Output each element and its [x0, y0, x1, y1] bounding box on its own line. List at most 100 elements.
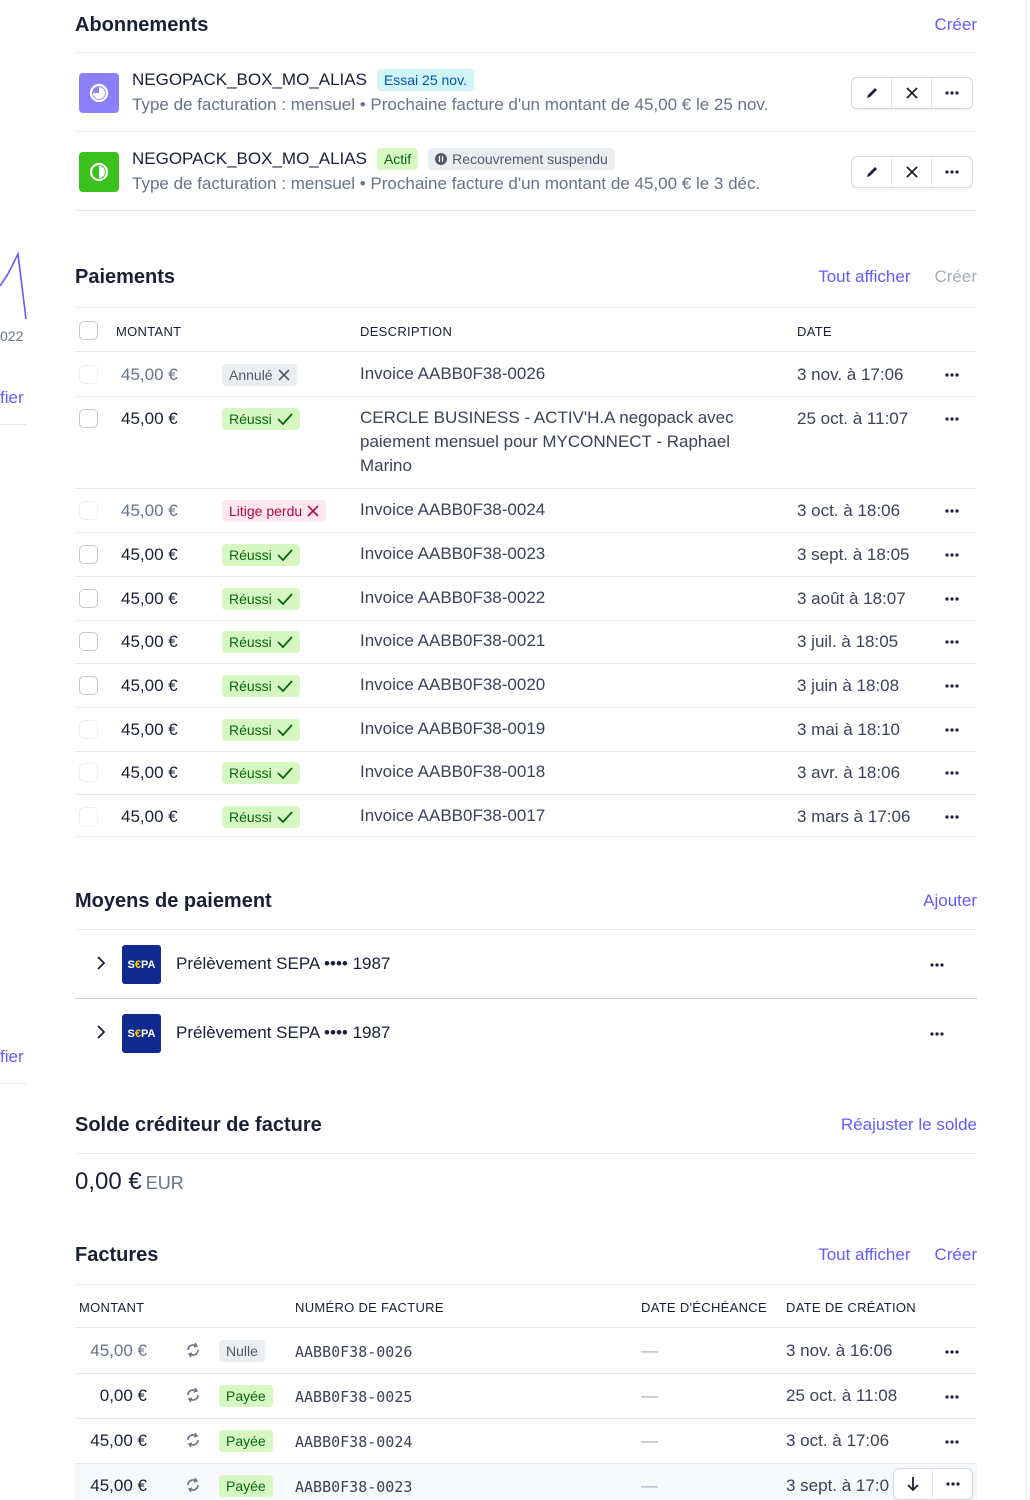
sepa-logo: S € PA: [122, 945, 161, 984]
adjust-balance-button[interactable]: Réajuster le solde: [841, 1115, 977, 1135]
row-checkbox[interactable]: [79, 409, 98, 428]
active-subscription-icon: [79, 152, 119, 192]
download-icon[interactable]: [894, 1469, 934, 1499]
payment-method-item[interactable]: S € PA Prélèvement SEPA •••• 1987: [75, 999, 977, 1068]
payment-row[interactable]: 45,00 € Annulé Invoice AABB0F38-0026 3 nov.…: [75, 353, 977, 397]
more-icon[interactable]: [943, 721, 961, 739]
check-icon: [277, 593, 293, 605]
edit-link-fragment[interactable]: fier: [0, 388, 24, 408]
status-label: Réussi: [229, 591, 272, 607]
chevron-right-icon[interactable]: [95, 1025, 107, 1039]
more-icon[interactable]: [943, 808, 961, 826]
create-subscription-button[interactable]: Créer: [934, 15, 977, 35]
more-icon[interactable]: [943, 546, 961, 564]
payment-row[interactable]: 45,00 € Réussi Invoice AABB0F38-0018 3 avr.…: [75, 751, 977, 795]
row-checkbox[interactable]: [79, 807, 98, 826]
invoices-header: Factures Tout afficher Créer: [75, 1235, 977, 1275]
payment-row[interactable]: 45,00 € Réussi Invoice AABB0F38-0019 3 mai …: [75, 708, 977, 752]
payment-row[interactable]: 45,00 € Réussi CERCLE BUSINESS - ACTIV'H.A…: [75, 397, 977, 489]
recurring-icon: [185, 1387, 201, 1408]
credit-balance-amount: 0,00 €: [75, 1168, 142, 1195]
more-icon[interactable]: [932, 157, 972, 187]
chevron-right-icon[interactable]: [95, 956, 107, 970]
credit-balance-currency: EUR: [145, 1173, 184, 1193]
create-invoice-button[interactable]: Créer: [934, 1245, 977, 1265]
invoice-due-date: —: [641, 1431, 658, 1450]
succeeded-badge: Réussi: [222, 408, 300, 430]
row-checkbox[interactable]: [79, 632, 98, 651]
payment-method-label: Prélèvement SEPA •••• 1987: [176, 1023, 391, 1042]
more-icon[interactable]: [943, 764, 961, 782]
more-icon[interactable]: [943, 590, 961, 608]
invoice-row[interactable]: 45,00 € Payée AABB0F38-0024 — 3 oct. à 17:06: [75, 1419, 977, 1464]
payment-row[interactable]: 45,00 € Réussi Invoice AABB0F38-0021 3 juil…: [75, 620, 977, 664]
invoice-number[interactable]: AABB0F38-0024: [295, 1433, 412, 1451]
invoice-number[interactable]: AABB0F38-0026: [295, 1343, 412, 1361]
status-label: Réussi: [229, 411, 272, 427]
more-icon[interactable]: [943, 502, 961, 520]
check-icon: [277, 724, 293, 736]
subscription-billing-info: Type de facturation : mensuel • Prochain…: [132, 95, 769, 114]
row-checkbox[interactable]: [79, 589, 98, 608]
edit-icon[interactable]: [852, 78, 892, 108]
payment-row[interactable]: 45,00 € Réussi Invoice AABB0F38-0017 3 mars…: [75, 795, 977, 837]
payment-row[interactable]: 45,00 € Réussi Invoice AABB0F38-0023 3 sept…: [75, 533, 977, 577]
invoice-row-actions: [893, 1468, 973, 1500]
row-checkbox[interactable]: [79, 763, 98, 782]
more-icon[interactable]: [943, 1388, 961, 1406]
more-icon[interactable]: [943, 1433, 961, 1451]
divider: [0, 424, 26, 425]
subscription-item[interactable]: NEGOPACK_BOX_MO_ALIAS Actif Recouvrement…: [75, 132, 977, 210]
payment-description: Invoice AABB0F38-0020: [360, 675, 546, 694]
more-icon[interactable]: [943, 633, 961, 651]
column-amount: MONTANT: [79, 1300, 145, 1315]
more-icon[interactable]: [928, 1025, 946, 1043]
payment-description: Invoice AABB0F38-0017: [360, 806, 546, 825]
more-icon[interactable]: [928, 956, 946, 974]
payment-description: Invoice AABB0F38-0018: [360, 762, 546, 781]
payment-row[interactable]: 45,00 € Réussi Invoice AABB0F38-0022 3 août…: [75, 577, 977, 621]
succeeded-badge: Réussi: [222, 631, 300, 653]
add-payment-method-button[interactable]: Ajouter: [923, 891, 977, 911]
payment-date: 3 avr. à 18:06: [797, 763, 901, 782]
invoice-row[interactable]: 45,00 € Nulle AABB0F38-0026 — 3 nov. à 16:06: [75, 1329, 977, 1374]
more-icon[interactable]: [943, 366, 961, 384]
payment-row[interactable]: 45,00 € Litige perdu Invoice AABB0F38-0024…: [75, 489, 977, 533]
payment-row[interactable]: 45,00 € Réussi Invoice AABB0F38-0020 3 juin…: [75, 664, 977, 708]
edit-link-fragment-2[interactable]: fier: [0, 1047, 24, 1067]
invoice-number[interactable]: AABB0F38-0023: [295, 1478, 412, 1496]
more-icon[interactable]: [943, 1343, 961, 1361]
payment-method-item[interactable]: S € PA Prélèvement SEPA •••• 1987: [75, 930, 977, 999]
cancel-icon[interactable]: [892, 157, 932, 187]
select-all-checkbox[interactable]: [79, 321, 98, 340]
invoice-amount: 45,00 €: [90, 1476, 147, 1495]
payment-date: 3 oct. à 18:06: [797, 501, 901, 520]
row-checkbox[interactable]: [79, 501, 98, 520]
create-payment-button[interactable]: Créer: [934, 267, 977, 287]
view-all-invoices-link[interactable]: Tout afficher: [818, 1245, 910, 1265]
payment-amount: 45,00 €: [121, 720, 178, 739]
more-icon[interactable]: [943, 410, 961, 428]
payments-table-header: MONTANT DESCRIPTION DATE: [75, 308, 977, 352]
view-all-payments-link[interactable]: Tout afficher: [818, 267, 910, 287]
invoice-number[interactable]: AABB0F38-0025: [295, 1388, 412, 1406]
payment-description: CERCLE BUSINESS - ACTIV'H.A negopack ave…: [360, 408, 734, 475]
invoice-row[interactable]: 0,00 € Payée AABB0F38-0025 — 25 oct. à 11:08: [75, 1374, 977, 1419]
edit-icon[interactable]: [852, 157, 892, 187]
void-badge: Nulle: [219, 1340, 265, 1362]
more-icon[interactable]: [933, 1469, 972, 1499]
invoice-row[interactable]: 45,00 € Payée AABB0F38-0023 — 3 sept. à 17:0: [75, 1464, 977, 1500]
more-icon[interactable]: [943, 677, 961, 695]
row-checkbox[interactable]: [79, 545, 98, 564]
invoices-table-header: MONTANT NUMÉRO DE FACTURE DATE D'ÉCHÉANC…: [75, 1284, 977, 1328]
row-checkbox[interactable]: [79, 720, 98, 739]
cancel-icon[interactable]: [892, 78, 932, 108]
row-checkbox[interactable]: [79, 676, 98, 695]
row-checkbox[interactable]: [79, 365, 98, 384]
invoice-created-date: 25 oct. à 11:08: [786, 1386, 898, 1405]
payment-amount: 45,00 €: [121, 807, 178, 826]
credit-balance-value: 0,00 € EUR: [75, 1168, 184, 1196]
more-icon[interactable]: [932, 78, 972, 108]
subscription-item[interactable]: NEGOPACK_BOX_MO_ALIAS Essai 25 nov. Type…: [75, 53, 977, 131]
divider: [0, 1083, 26, 1084]
